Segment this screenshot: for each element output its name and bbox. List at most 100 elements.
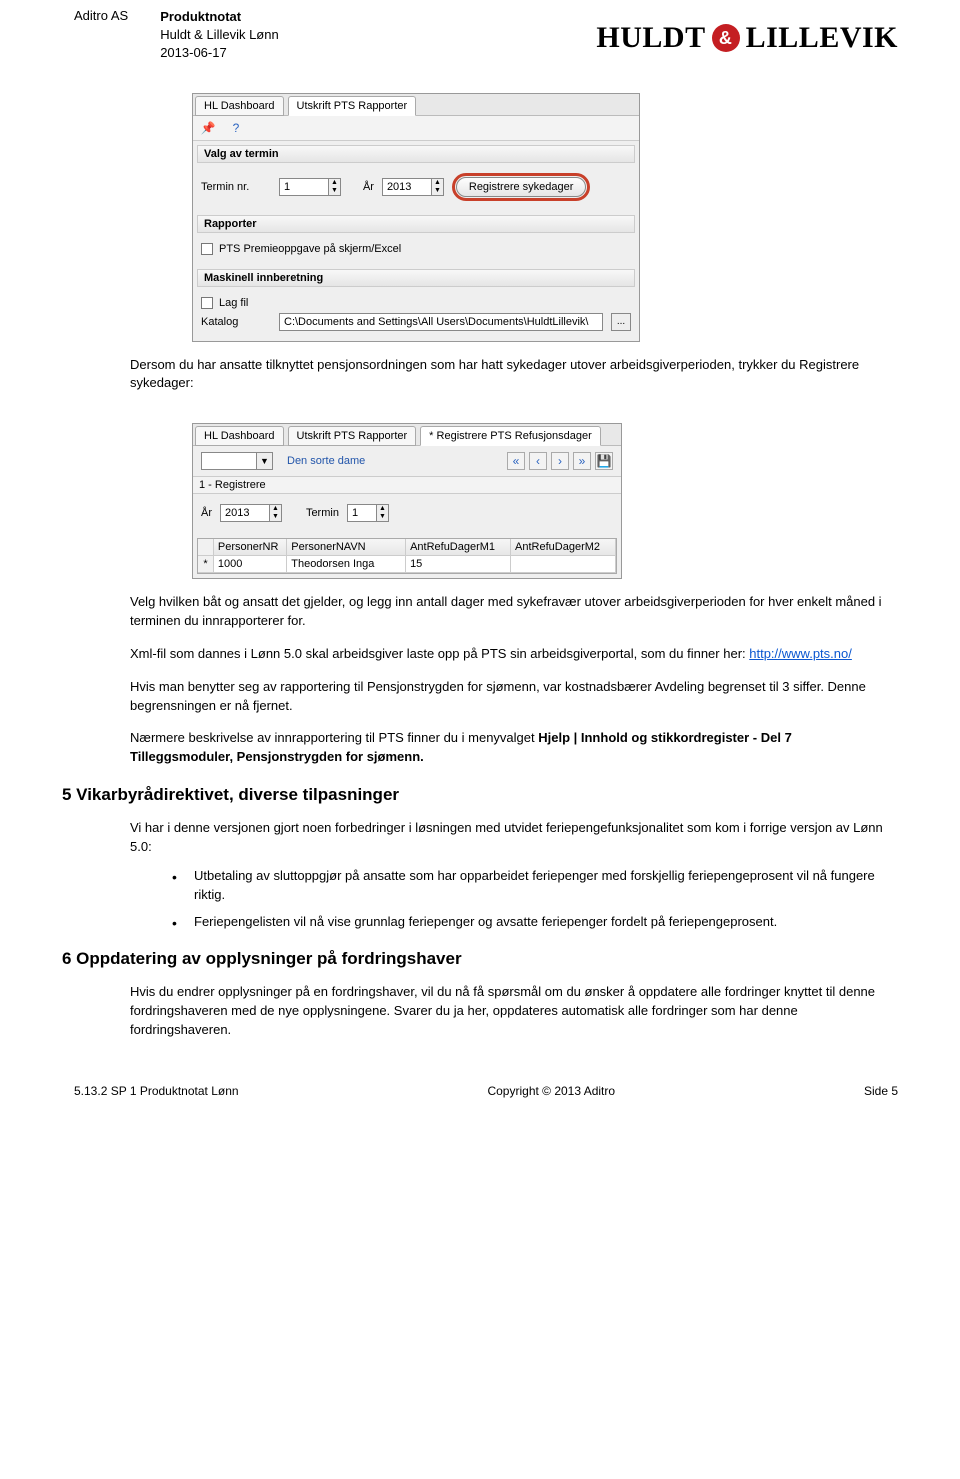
termin-spinner[interactable]: ▲▼ (347, 504, 389, 522)
logo-word-right: LILLEVIK (746, 21, 898, 55)
row-marker: * (198, 556, 214, 573)
grid-row[interactable]: * 1000 Theodorsen Inga 15 (198, 556, 616, 573)
paragraph: Hvis man benytter seg av rapportering ti… (130, 678, 898, 716)
grid-header: PersonerNR PersonerNAVN AntRefuDagerM1 A… (198, 539, 616, 556)
nav-prev-icon[interactable]: ‹ (529, 452, 547, 470)
katalog-label: Katalog (201, 316, 271, 328)
col-personernr: PersonerNR (214, 539, 287, 556)
registrere-sykedager-button[interactable]: Registrere sykedager (456, 177, 587, 197)
cell-personernavn[interactable]: Theodorsen Inga (287, 556, 406, 573)
page-header: Aditro AS Produktnotat Huldt & Lillevik … (0, 0, 960, 63)
nav-next-icon[interactable]: › (551, 452, 569, 470)
rapport-label: PTS Premieoppgave på skjerm/Excel (219, 243, 401, 255)
heading-5: 5 Vikarbyrådirektivet, diverse tilpasnin… (62, 785, 898, 805)
col-personernavn: PersonerNAVN (287, 539, 406, 556)
tab-dashboard[interactable]: HL Dashboard (195, 96, 284, 116)
spin-down-icon[interactable]: ▼ (377, 513, 388, 521)
spin-up-icon[interactable]: ▲ (270, 505, 281, 513)
screenshot-pts-rapporter: HL Dashboard Utskrift PTS Rapporter 📌 ? … (192, 93, 640, 342)
panel-innberetning: Lag fil Katalog ... (193, 287, 639, 341)
tab-utskrift-pts[interactable]: Utskrift PTS Rapporter (288, 426, 417, 446)
section-innberetning: Maskinell innberetning (197, 269, 635, 287)
spin-down-icon[interactable]: ▼ (270, 513, 281, 521)
text-run: Xml-fil som dannes i Lønn 5.0 skal arbei… (130, 646, 749, 661)
year-spinner[interactable]: ▲▼ (382, 178, 444, 196)
termin-input[interactable] (279, 178, 329, 196)
panel-year-termin: År ▲▼ Termin ▲▼ (193, 494, 621, 532)
step-label: 1 - Registrere (193, 476, 621, 494)
highlight-ring: Registrere sykedager (452, 173, 591, 201)
save-icon[interactable]: 💾 (595, 452, 613, 470)
year-input[interactable] (220, 504, 270, 522)
list-item: Feriepengelisten vil nå vise grunnlag fe… (172, 913, 898, 932)
termin-spinner[interactable]: ▲▼ (279, 178, 341, 196)
company-name-label: Den sorte dame (283, 455, 369, 467)
year-spinner[interactable]: ▲▼ (220, 504, 282, 522)
paragraph: Vi har i denne versjonen gjort noen forb… (130, 819, 898, 857)
bullet-list: Utbetaling av sluttoppgjør på ansatte so… (172, 867, 898, 932)
spin-up-icon[interactable]: ▲ (377, 505, 388, 513)
section-valg-termin: Valg av termin (197, 145, 635, 163)
year-label: År (201, 507, 212, 519)
doc-title: Produktnotat (160, 8, 279, 26)
nav-first-icon[interactable]: « (507, 452, 525, 470)
text-run: Nærmere beskrivelse av innrapportering t… (130, 730, 538, 745)
paragraph: Dersom du har ansatte tilknyttet pensjon… (130, 356, 898, 394)
spin-up-icon[interactable]: ▲ (329, 179, 340, 187)
ampersand-icon: & (712, 24, 740, 52)
nav-last-icon[interactable]: » (573, 452, 591, 470)
product-name: Huldt & Lillevik Lønn (160, 26, 279, 44)
dropdown-arrow-icon[interactable]: ▼ (257, 452, 273, 470)
heading-6: 6 Oppdatering av opplysninger på fordrin… (62, 949, 898, 969)
checkbox[interactable] (201, 297, 213, 309)
tab-utskrift-pts[interactable]: Utskrift PTS Rapporter (288, 96, 417, 116)
tab-bar: HL Dashboard Utskrift PTS Rapporter (193, 94, 639, 116)
cell-personernr[interactable]: 1000 (214, 556, 287, 573)
header-left: Aditro AS Produktnotat Huldt & Lillevik … (74, 8, 279, 63)
col-antrefudagerm2: AntRefuDagerM2 (511, 539, 616, 556)
lagfil-row: Lag fil (201, 297, 631, 309)
doc-info: Produktnotat Huldt & Lillevik Lønn 2013-… (160, 8, 279, 63)
company-dropdown[interactable]: ▼ (201, 452, 273, 470)
panel-rapporter: PTS Premieoppgave på skjerm/Excel (193, 233, 639, 265)
brand-logo: HULDT & LILLEVIK (596, 8, 898, 63)
tab-registrere-refusjon[interactable]: * Registrere PTS Refusjonsdager (420, 426, 601, 446)
browse-button[interactable]: ... (611, 313, 631, 331)
company-code-input[interactable] (201, 452, 257, 470)
lagfil-label: Lag fil (219, 297, 248, 309)
spin-up-icon[interactable]: ▲ (432, 179, 443, 187)
toolbar: 📌 ? (193, 116, 639, 141)
help-icon[interactable]: ? (227, 120, 245, 136)
rapport-checkbox-row: PTS Premieoppgave på skjerm/Excel (201, 243, 631, 255)
page-content: HL Dashboard Utskrift PTS Rapporter 📌 ? … (0, 93, 960, 1040)
termin-input[interactable] (347, 504, 377, 522)
pts-link[interactable]: http://www.pts.no/ (749, 646, 852, 661)
paragraph: Xml-fil som dannes i Lønn 5.0 skal arbei… (130, 645, 898, 664)
panel-valg: Termin nr. ▲▼ År ▲▼ Registrere sykedager (193, 163, 639, 211)
pin-icon[interactable]: 📌 (199, 120, 217, 136)
page-footer: 5.13.2 SP 1 Produktnotat Lønn Copyright … (0, 1084, 960, 1098)
katalog-input[interactable] (279, 313, 603, 331)
doc-date: 2013-06-17 (160, 44, 279, 62)
footer-left: 5.13.2 SP 1 Produktnotat Lønn (74, 1084, 239, 1098)
year-label: År (363, 181, 374, 193)
checkbox[interactable] (201, 243, 213, 255)
list-item: Utbetaling av sluttoppgjør på ansatte so… (172, 867, 898, 905)
cell-dagerm2[interactable] (511, 556, 616, 573)
tab-dashboard[interactable]: HL Dashboard (195, 426, 284, 446)
tab-bar: HL Dashboard Utskrift PTS Rapporter * Re… (193, 424, 621, 446)
footer-center: Copyright © 2013 Aditro (487, 1084, 615, 1098)
cell-dagerm1[interactable]: 15 (406, 556, 511, 573)
year-input[interactable] (382, 178, 432, 196)
paragraph: Hvis du endrer opplysninger på en fordri… (130, 983, 898, 1040)
col-antrefudagerm1: AntRefuDagerM1 (406, 539, 511, 556)
section-rapporter: Rapporter (197, 215, 635, 233)
logo-word-left: HULDT (596, 21, 705, 55)
katalog-row: Katalog ... (201, 313, 631, 331)
termin-label: Termin (306, 507, 339, 519)
spin-down-icon[interactable]: ▼ (432, 187, 443, 195)
footer-right: Side 5 (864, 1084, 898, 1098)
spin-down-icon[interactable]: ▼ (329, 187, 340, 195)
row-selector-header (198, 539, 214, 556)
record-nav: « ‹ › » 💾 (507, 452, 613, 470)
